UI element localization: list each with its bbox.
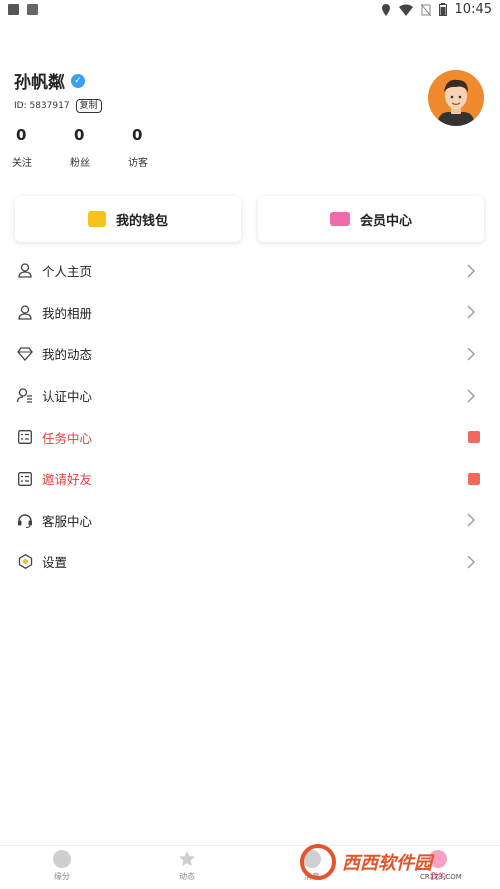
status-right: 10:45: [381, 2, 492, 17]
menu-item-support[interactable]: 客服中心: [0, 500, 500, 542]
stat-value: 0: [74, 126, 85, 144]
tab-label: 缘分: [54, 872, 70, 881]
menu-label: 认证中心: [42, 389, 93, 405]
menu-item-verification[interactable]: 认证中心: [0, 375, 500, 417]
stat-visitors[interactable]: 0 访客: [126, 126, 184, 169]
chevron-right-icon: [467, 389, 475, 403]
watermark-subtext: CR173.COM: [420, 873, 462, 881]
headset-icon: [17, 512, 33, 529]
copy-id-button[interactable]: 复制: [75, 99, 102, 113]
wallet-label: 我的钱包: [115, 213, 168, 229]
hexagon-settings-icon: [17, 554, 33, 570]
status-left-icons: [8, 4, 38, 15]
menu-item-tasks[interactable]: 任务中心: [0, 416, 500, 458]
diamond-icon: [17, 346, 33, 362]
stat-value: 0: [16, 126, 27, 144]
member-label: 会员中心: [359, 213, 412, 229]
battery-icon: [438, 3, 447, 16]
menu-label: 任务中心: [42, 430, 93, 446]
menu-label: 我的相册: [42, 305, 93, 321]
member-card-icon: [329, 212, 350, 226]
tab-label: 动态: [179, 872, 195, 881]
verified-icon: ✓: [71, 73, 85, 88]
chevron-right-icon: [467, 555, 475, 569]
status-bar: 10:45: [0, 0, 500, 22]
profile-stats: 0 关注 0 粉丝 0 访客: [10, 126, 184, 169]
tab-moments[interactable]: 动态: [157, 850, 217, 882]
tab-fate[interactable]: 缘分: [32, 850, 92, 882]
stat-label: 访客: [128, 158, 148, 169]
menu-item-invite[interactable]: 邀请好友: [0, 458, 500, 500]
user-name-row: 孙帆粼 ✓: [14, 68, 85, 93]
menu-item-moments[interactable]: 我的动态: [0, 333, 500, 375]
avatar-illustration-icon: [428, 70, 484, 126]
no-signal-icon: [420, 3, 431, 16]
stat-label: 粉丝: [70, 158, 90, 169]
stat-following[interactable]: 0 关注: [10, 126, 68, 169]
task-list-icon: [17, 429, 33, 445]
chevron-right-icon: [467, 305, 475, 319]
gift-badge-icon: [468, 431, 480, 444]
planet-icon: [53, 850, 71, 868]
avatar[interactable]: [428, 70, 484, 126]
person-icon: [17, 263, 33, 279]
wallet-icon: [87, 211, 106, 227]
menu-label: 个人主页: [42, 264, 93, 280]
verify-person-icon: [17, 388, 33, 404]
app-notification-icon: [27, 4, 38, 15]
wifi-icon: [398, 3, 413, 16]
stat-label: 关注: [12, 158, 32, 169]
menu-label: 客服中心: [42, 513, 93, 529]
user-id-row: ID: 5837917 复制: [14, 99, 102, 113]
menu-label: 设置: [42, 555, 68, 571]
menu-list: 个人主页 我的相册 我的动态 认证中心 任务中心 邀请好友 客服中心 设置: [0, 250, 500, 583]
gift-badge-icon: [468, 472, 480, 485]
chevron-right-icon: [467, 347, 475, 361]
wallet-card-button[interactable]: 我的钱包: [15, 196, 241, 242]
watermark-text: 西西软件园: [342, 853, 432, 874]
status-time: 10:45: [454, 2, 492, 17]
member-center-card-button[interactable]: 会员中心: [258, 196, 484, 242]
location-icon: [381, 3, 390, 16]
watermark-c-icon: [300, 844, 336, 880]
task-list-icon: [17, 471, 33, 487]
stat-fans[interactable]: 0 粉丝: [68, 126, 126, 169]
chevron-right-icon: [467, 513, 475, 527]
menu-item-settings[interactable]: 设置: [0, 541, 500, 583]
menu-label: 我的动态: [42, 347, 93, 363]
person-icon: [17, 304, 33, 320]
menu-item-homepage[interactable]: 个人主页: [0, 250, 500, 292]
menu-label: 邀请好友: [42, 472, 93, 488]
chevron-right-icon: [467, 264, 475, 278]
user-id: ID: 5837917: [14, 101, 70, 111]
user-name: 孙帆粼: [14, 73, 65, 93]
menu-item-album[interactable]: 我的相册: [0, 292, 500, 334]
stat-value: 0: [132, 126, 143, 144]
star-icon: [179, 851, 195, 866]
notification-icon: [8, 4, 19, 15]
